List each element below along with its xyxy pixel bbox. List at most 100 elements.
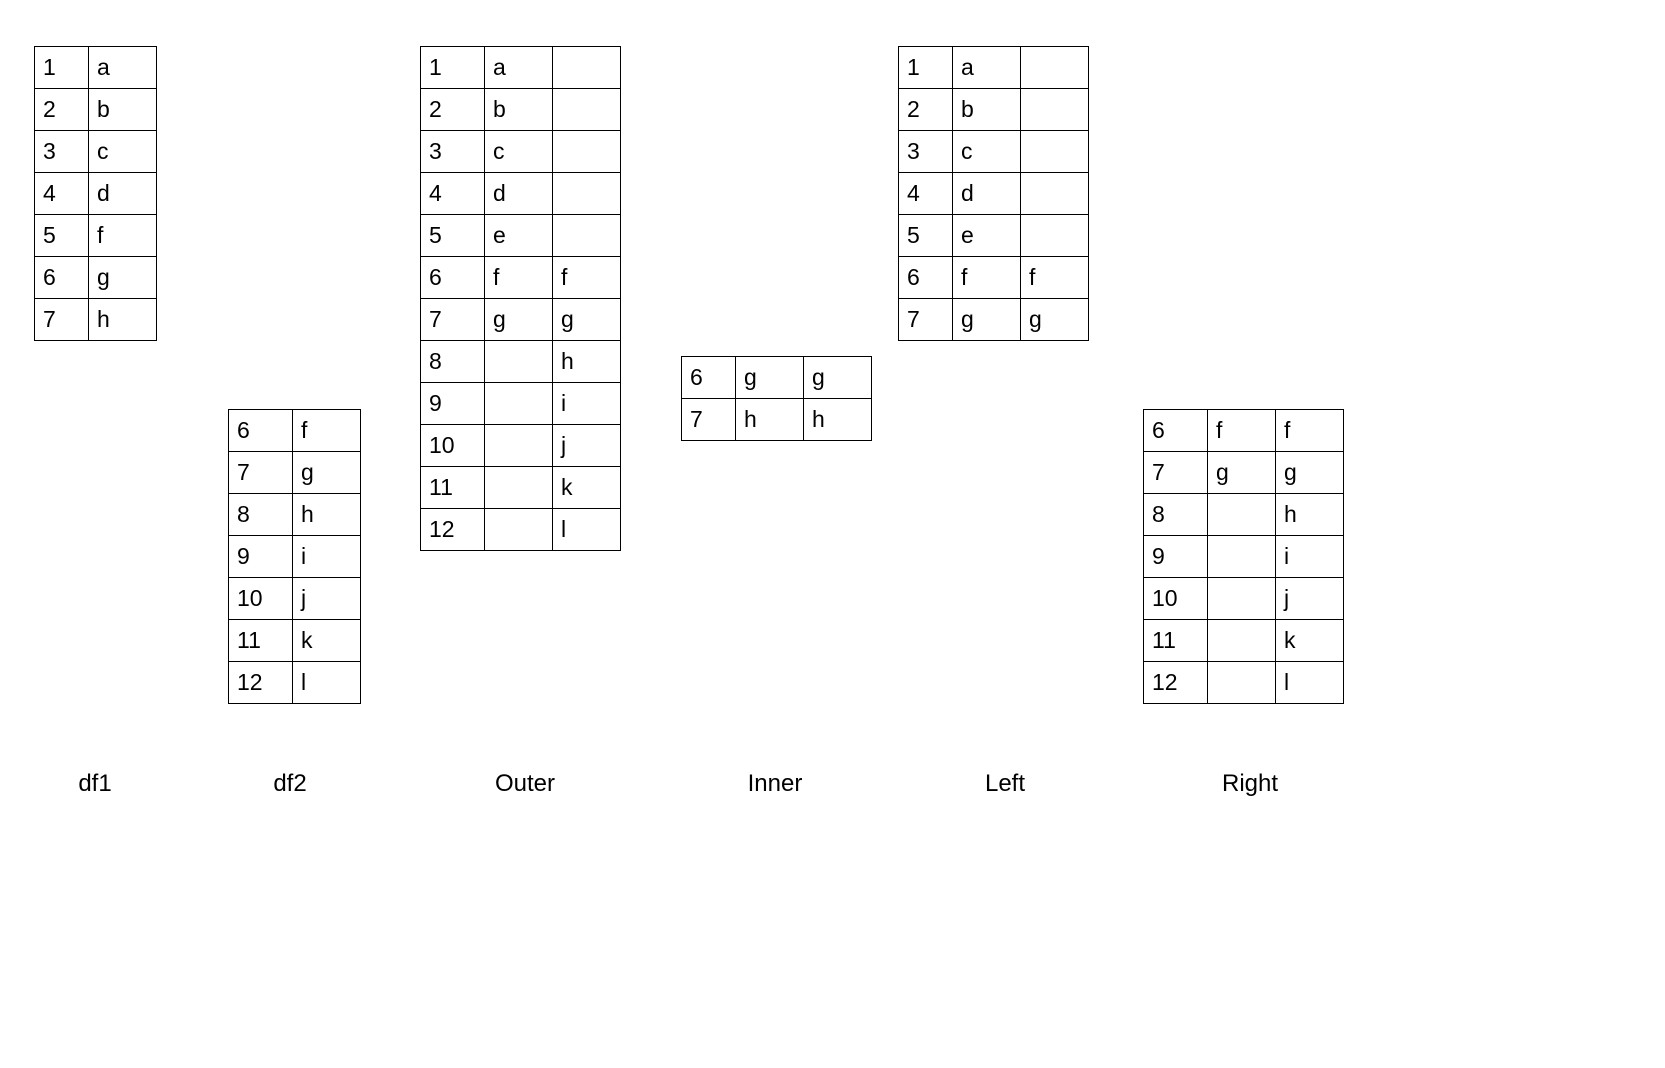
cell: a: [953, 47, 1021, 89]
table-row: 6g: [35, 257, 157, 299]
cell: b: [953, 89, 1021, 131]
cell: 7: [35, 299, 89, 341]
table-row: 7gg: [899, 299, 1089, 341]
cell: c: [89, 131, 157, 173]
table-row: 12 l: [1144, 662, 1344, 704]
cell: 12: [421, 509, 485, 551]
cell: [485, 425, 553, 467]
cell: [1208, 662, 1276, 704]
cell: 2: [35, 89, 89, 131]
cell: 1: [421, 47, 485, 89]
cell: [1208, 578, 1276, 620]
cell: j: [553, 425, 621, 467]
table-row: 2b: [35, 89, 157, 131]
table-row: 10 j: [421, 425, 621, 467]
cell: 6: [1144, 410, 1208, 452]
cell: [485, 341, 553, 383]
cell: l: [1276, 662, 1344, 704]
cell: f: [553, 257, 621, 299]
cell: g: [1276, 452, 1344, 494]
cell: h: [89, 299, 157, 341]
table-row: 6f: [229, 410, 361, 452]
table-row: 1a: [899, 47, 1089, 89]
cell: 9: [1144, 536, 1208, 578]
cell: 12: [1144, 662, 1208, 704]
caption-df1: df1: [0, 770, 190, 798]
cell: i: [1276, 536, 1344, 578]
cell: 5: [35, 215, 89, 257]
table-row: 1a: [35, 47, 157, 89]
cell: 6: [421, 257, 485, 299]
cell: 10: [421, 425, 485, 467]
cell: 6: [899, 257, 953, 299]
cell: h: [736, 399, 804, 441]
cell: 1: [899, 47, 953, 89]
cell: [1021, 173, 1089, 215]
cell: g: [293, 452, 361, 494]
table-row: 5e: [421, 215, 621, 257]
caption-inner: Inner: [660, 770, 890, 798]
table-row: 5e: [899, 215, 1089, 257]
cell: i: [293, 536, 361, 578]
cell: j: [293, 578, 361, 620]
cell: g: [1208, 452, 1276, 494]
table-row: 4d: [421, 173, 621, 215]
table-row: 3c: [35, 131, 157, 173]
cell: 4: [899, 173, 953, 215]
cell: [553, 47, 621, 89]
cell: 12: [229, 662, 293, 704]
cell: g: [736, 357, 804, 399]
cell: 6: [35, 257, 89, 299]
table-row: 12l: [229, 662, 361, 704]
table-row: 7hh: [682, 399, 872, 441]
table-row: 7gg: [421, 299, 621, 341]
cell: d: [485, 173, 553, 215]
cell: [1021, 89, 1089, 131]
cell: f: [293, 410, 361, 452]
cell: c: [953, 131, 1021, 173]
cell: 7: [899, 299, 953, 341]
table-row: 1a: [421, 47, 621, 89]
table-row: 4d: [899, 173, 1089, 215]
cell: g: [953, 299, 1021, 341]
table-left: 1a 2b 3c 4d 5e 6ff 7gg: [898, 46, 1089, 341]
table-row: 11k: [229, 620, 361, 662]
cell: d: [89, 173, 157, 215]
table-row: 7h: [35, 299, 157, 341]
cell: c: [485, 131, 553, 173]
cell: 11: [1144, 620, 1208, 662]
table-row: 3c: [421, 131, 621, 173]
cell: 11: [421, 467, 485, 509]
cell: f: [1208, 410, 1276, 452]
table-row: 3c: [899, 131, 1089, 173]
cell: 8: [229, 494, 293, 536]
cell: g: [553, 299, 621, 341]
cell: [553, 173, 621, 215]
cell: [553, 215, 621, 257]
cell: 7: [229, 452, 293, 494]
cell: [1021, 47, 1089, 89]
table-row: 6ff: [421, 257, 621, 299]
cell: l: [553, 509, 621, 551]
cell: [1021, 131, 1089, 173]
cell: 7: [682, 399, 736, 441]
cell: 5: [421, 215, 485, 257]
cell: [485, 509, 553, 551]
table-inner: 6gg 7hh: [681, 356, 872, 441]
cell: 6: [682, 357, 736, 399]
table-row: 11k: [1144, 620, 1344, 662]
caption-right: Right: [1120, 770, 1380, 798]
cell: f: [953, 257, 1021, 299]
cell: [485, 383, 553, 425]
cell: 2: [421, 89, 485, 131]
table-row: 2b: [899, 89, 1089, 131]
cell: 9: [229, 536, 293, 578]
cell: b: [89, 89, 157, 131]
cell: h: [1276, 494, 1344, 536]
cell: 2: [899, 89, 953, 131]
cell: g: [804, 357, 872, 399]
cell: d: [953, 173, 1021, 215]
table-row: 11k: [421, 467, 621, 509]
cell: [1208, 494, 1276, 536]
cell: f: [89, 215, 157, 257]
